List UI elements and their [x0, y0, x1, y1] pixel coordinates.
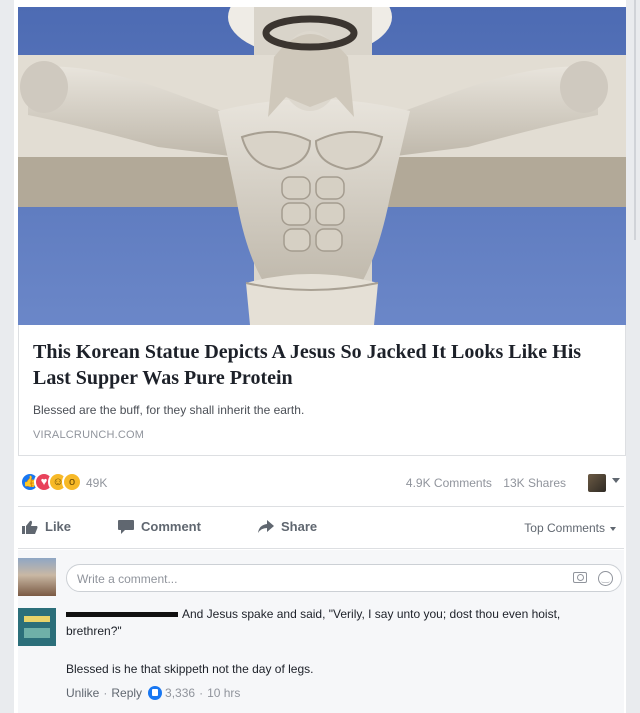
- engagement-stats: 4.9K Comments 13K Shares: [398, 476, 566, 490]
- unlike-link[interactable]: Unlike: [66, 686, 99, 700]
- statue-photo: [18, 7, 626, 325]
- share-button[interactable]: Share: [258, 519, 317, 534]
- reaction-count[interactable]: 49K: [86, 476, 107, 490]
- shares-count[interactable]: 13K Shares: [503, 476, 566, 490]
- camera-icon[interactable]: [573, 572, 587, 583]
- share-label: Share: [281, 519, 318, 534]
- comment-sort-label: Top Comments: [524, 521, 605, 535]
- commenter-avatar[interactable]: [18, 608, 56, 646]
- post-domain: VIRALCRUNCH.COM: [33, 429, 145, 441]
- wow-icon: o: [62, 472, 82, 492]
- like-button[interactable]: Like: [22, 519, 71, 534]
- emoji-icon[interactable]: ‿: [598, 571, 613, 586]
- comment-followup: Blessed is he that skippeth not the day …: [66, 662, 314, 676]
- chevron-down-icon: [610, 526, 616, 531]
- comment-meta: Unlike · Reply 3,336 · 10 hrs: [66, 686, 240, 700]
- comments-section: Write a comment... ‿ And Jesus spake and…: [18, 550, 624, 713]
- comment-input[interactable]: Write a comment... ‿: [66, 564, 622, 592]
- post-headline[interactable]: This Korean Statue Depicts A Jesus So Ja…: [33, 339, 613, 391]
- comment-icon: [118, 519, 134, 534]
- divider: [18, 548, 624, 549]
- like-badge-icon: [148, 686, 163, 700]
- chevron-down-icon[interactable]: [612, 478, 620, 483]
- separator: ·: [199, 686, 204, 700]
- thumbs-up-icon: [22, 520, 38, 534]
- comment-time[interactable]: 10 hrs: [207, 686, 240, 700]
- redacted-name: [66, 612, 178, 618]
- comment-sort-dropdown[interactable]: Top Comments: [524, 521, 616, 535]
- post-image[interactable]: [18, 7, 626, 325]
- separator: ·: [103, 686, 108, 700]
- avatar[interactable]: [18, 558, 56, 596]
- comment-button[interactable]: Comment: [118, 519, 201, 534]
- comments-count[interactable]: 4.9K Comments: [406, 476, 492, 490]
- comment-like-count[interactable]: 3,336: [165, 686, 195, 700]
- comment-text: And Jesus spake and said, "Verily, I say…: [66, 606, 606, 640]
- reactions-bar: 👍 ♥ ☺ o 49K 4.9K Comments 13K Shares: [18, 470, 624, 496]
- comment-input-placeholder: Write a comment...: [77, 572, 178, 586]
- link-preview[interactable]: This Korean Statue Depicts A Jesus So Ja…: [18, 325, 626, 456]
- page-avatar[interactable]: [588, 474, 606, 492]
- divider: [18, 506, 624, 507]
- scrollbar[interactable]: [634, 0, 636, 240]
- reply-link[interactable]: Reply: [111, 686, 142, 700]
- comment-label: Comment: [141, 519, 201, 534]
- post-description: Blessed are the buff, for they shall inh…: [33, 403, 305, 417]
- share-icon: [258, 519, 274, 533]
- action-bar: Like Comment Share Top Comments: [18, 510, 624, 546]
- like-label: Like: [45, 519, 72, 534]
